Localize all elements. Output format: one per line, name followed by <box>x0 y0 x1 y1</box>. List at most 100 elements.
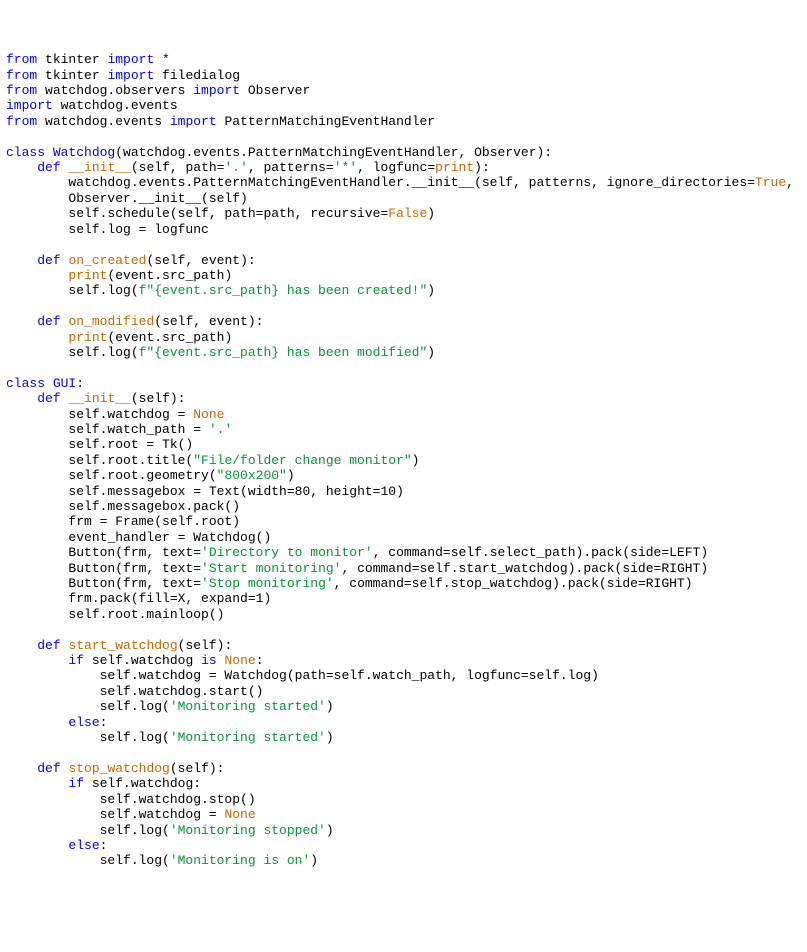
code-token: : <box>100 838 108 853</box>
code-token: from <box>6 52 37 67</box>
code-line[interactable]: def stop_watchdog(self): <box>6 761 801 776</box>
code-line[interactable] <box>6 129 801 144</box>
code-line[interactable]: self.watchdog = None <box>6 807 801 822</box>
code-token: (event.src_path) <box>107 330 232 345</box>
code-token: self.messagebox.pack() <box>6 499 240 514</box>
code-token: __init__ <box>68 391 130 406</box>
code-line[interactable]: frm.pack(fill=X, expand=1) <box>6 591 801 606</box>
code-line[interactable] <box>6 299 801 314</box>
code-line[interactable]: if self.watchdog: <box>6 776 801 791</box>
code-line[interactable]: def on_created(self, event): <box>6 253 801 268</box>
code-line[interactable]: self.watchdog = None <box>6 407 801 422</box>
code-token: ) <box>427 206 435 221</box>
code-token: self.schedule(self, path=path, recursive… <box>6 206 388 221</box>
code-token <box>6 761 37 776</box>
code-token: def <box>37 160 68 175</box>
code-line[interactable]: watchdog.events.PatternMatchingEventHand… <box>6 175 801 190</box>
code-token: def <box>37 314 68 329</box>
code-line[interactable]: print(event.src_path) <box>6 330 801 345</box>
code-token <box>6 638 37 653</box>
code-line[interactable]: def on_modified(self, event): <box>6 314 801 329</box>
code-line[interactable]: class GUI: <box>6 376 801 391</box>
code-token: else <box>68 715 99 730</box>
code-line[interactable]: from watchdog.observers import Observer <box>6 83 801 98</box>
code-token: 'Monitoring is on' <box>170 853 310 868</box>
code-line[interactable]: import watchdog.events <box>6 98 801 113</box>
code-line[interactable]: else: <box>6 838 801 853</box>
code-line[interactable]: self.log(f"{event.src_path} has been mod… <box>6 345 801 360</box>
code-line[interactable]: class Watchdog(watchdog.events.PatternMa… <box>6 145 801 160</box>
code-token: on_modified <box>68 314 154 329</box>
code-token: print <box>68 268 107 283</box>
code-line[interactable]: from tkinter import filedialog <box>6 68 801 83</box>
code-token: , height= <box>310 484 380 499</box>
code-token: tkinter <box>37 68 107 83</box>
code-token: 'Monitoring started' <box>170 730 326 745</box>
code-line[interactable]: from watchdog.events import PatternMatch… <box>6 114 801 129</box>
code-token: ) <box>412 453 420 468</box>
code-token: GUI <box>53 376 76 391</box>
code-line[interactable]: self.log = logfunc <box>6 222 801 237</box>
code-line[interactable]: self.watchdog = Watchdog(path=self.watch… <box>6 668 801 683</box>
code-token: 'Monitoring started' <box>170 699 326 714</box>
code-line[interactable]: self.log('Monitoring is on') <box>6 853 801 868</box>
code-token: (self): <box>178 638 233 653</box>
code-line[interactable]: self.root.title("File/folder change moni… <box>6 453 801 468</box>
code-line[interactable] <box>6 746 801 761</box>
code-token: (self, event): <box>146 253 255 268</box>
code-line[interactable] <box>6 622 801 637</box>
code-line[interactable]: def __init__(self): <box>6 391 801 406</box>
code-line[interactable]: frm = Frame(self.root) <box>6 514 801 529</box>
code-token: 'Monitoring stopped' <box>170 823 326 838</box>
code-token: 'Start monitoring' <box>201 561 341 576</box>
code-token: self.watchdog = <box>6 807 224 822</box>
code-line[interactable]: self.watchdog.stop() <box>6 792 801 807</box>
code-line[interactable]: self.watchdog.start() <box>6 684 801 699</box>
code-line[interactable]: self.watch_path = '.' <box>6 422 801 437</box>
code-token: tkinter <box>37 52 107 67</box>
code-line[interactable]: Button(frm, text='Stop monitoring', comm… <box>6 576 801 591</box>
code-token: (watchdog.events.PatternMatchingEventHan… <box>115 145 552 160</box>
code-token: (self, path= <box>131 160 225 175</box>
code-line[interactable]: self.schedule(self, path=path, recursive… <box>6 206 801 221</box>
code-line[interactable]: Button(frm, text='Start monitoring', com… <box>6 561 801 576</box>
code-token: PatternMatchingEventHandler <box>217 114 435 129</box>
code-token: : <box>100 715 108 730</box>
code-token: ) <box>326 823 334 838</box>
code-line[interactable]: def start_watchdog(self): <box>6 638 801 653</box>
code-line[interactable]: print(event.src_path) <box>6 268 801 283</box>
code-line[interactable] <box>6 360 801 375</box>
code-line[interactable]: if self.watchdog is None: <box>6 653 801 668</box>
code-token: * <box>154 52 170 67</box>
code-line[interactable]: def __init__(self, path='.', patterns='*… <box>6 160 801 175</box>
code-editor[interactable]: from tkinter import *from tkinter import… <box>6 52 801 869</box>
code-line[interactable]: self.log('Monitoring stopped') <box>6 823 801 838</box>
code-line[interactable] <box>6 237 801 252</box>
code-token: self.root.geometry( <box>6 468 217 483</box>
code-line[interactable]: self.root.mainloop() <box>6 607 801 622</box>
code-token: 'Stop monitoring' <box>201 576 334 591</box>
code-line[interactable]: self.log(f"{event.src_path} has been cre… <box>6 283 801 298</box>
code-line[interactable]: self.log('Monitoring started') <box>6 730 801 745</box>
code-token: import <box>170 114 217 129</box>
code-token: event_handler = Watchdog() <box>6 530 271 545</box>
code-line[interactable]: Button(frm, text='Directory to monitor',… <box>6 545 801 560</box>
code-token: None <box>193 407 224 422</box>
code-token <box>6 391 37 406</box>
code-token: Button(frm, text= <box>6 561 201 576</box>
code-line[interactable]: self.log('Monitoring started') <box>6 699 801 714</box>
code-line[interactable]: event_handler = Watchdog() <box>6 530 801 545</box>
code-line[interactable]: else: <box>6 715 801 730</box>
code-token: Observer <box>240 83 310 98</box>
code-token: self.watchdog = Watchdog(path=self.watch… <box>6 668 599 683</box>
code-token: stop_watchdog <box>68 761 169 776</box>
code-line[interactable]: self.messagebox = Text(width=80, height=… <box>6 484 801 499</box>
code-token: self.root.mainloop() <box>6 607 224 622</box>
code-line[interactable]: self.root.geometry("800x200") <box>6 468 801 483</box>
code-line[interactable]: Observer.__init__(self) <box>6 191 801 206</box>
code-line[interactable]: self.messagebox.pack() <box>6 499 801 514</box>
code-line[interactable]: from tkinter import * <box>6 52 801 67</box>
code-line[interactable]: self.root = Tk() <box>6 437 801 452</box>
code-token: self.watchdog.stop() <box>6 792 256 807</box>
code-token: ) <box>326 699 334 714</box>
